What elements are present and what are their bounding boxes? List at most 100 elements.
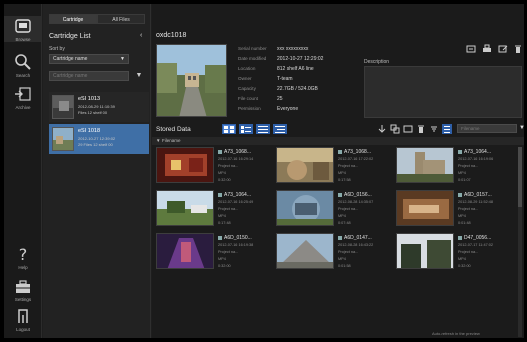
file-tile[interactable]: A6D_0157... 2012-08-29 11:52:48 Project … [396,190,514,232]
file-tile[interactable]: A73_1064... 2012-07-16 16:25:49 Project … [156,190,274,232]
chevron-down-icon[interactable]: ▼ [519,125,524,131]
file-duration: 0:32:00 [218,178,231,182]
file-date: 2012-07-16 17:22:02 [338,157,374,161]
file-tile[interactable]: A6D_0150... 2012-07-16 16:19:38 Project … [156,233,274,275]
scrollbar-thumb[interactable] [518,147,522,207]
cartridge-filter-input[interactable]: Cartridge name [49,71,129,81]
cartridge-list: eSI 1013 2012-08-29 11:10:39 Files 12 sh… [49,92,149,156]
cartridge-item[interactable]: eSI 1013 2012-08-29 11:10:39 Files 12 sh… [49,92,149,122]
stored-data-toolbar: Stored Data Filename ▼ [152,124,524,135]
file-date: 2012-07-16 16:19:06 [458,157,494,161]
cartridge-info: Files 12 shelf 00 [78,110,108,115]
archive-icon [15,87,31,101]
file-thumbnail [276,147,334,183]
list-filter-icon[interactable] [442,124,452,134]
file-project: Project na... [458,164,479,168]
file-date: 2012-07-17 11:47:02 [458,243,493,247]
video-icon [218,236,222,240]
list-icon [258,126,268,133]
file-date: 2012-07-16 16:25:49 [218,200,254,204]
sort-select[interactable]: Cartridge name ▼ [49,54,129,64]
view-large-thumb-button[interactable] [222,124,236,134]
rail-archive-button[interactable]: Archive [4,84,42,110]
cartridge-title: oxdc1018 [156,32,187,39]
description-field[interactable] [364,66,522,118]
file-thumbnail [156,147,214,183]
file-name: A73_1064... [224,192,251,198]
filter-icon[interactable]: ▼ [133,71,145,81]
rail-help-button[interactable]: ? Help [4,244,42,270]
cartridge-date: 2012-10-27 12:39:02 [78,136,116,141]
video-icon [458,193,462,197]
cartridge-item[interactable]: eSI 1018 2012-10-27 12:39:02 29 Files 12… [49,124,149,154]
file-duration: 0:17:58 [338,178,351,182]
file-thumbnail [156,190,214,226]
file-project: Project na... [218,207,239,211]
delete-icon[interactable] [416,124,426,134]
file-tile[interactable]: A6D_0156... 2012-08-28 14:35:07 Project … [276,190,394,232]
view-detail-button[interactable] [273,124,287,134]
cartridge-icon [15,19,31,33]
rail-settings-button[interactable]: Settings [4,276,42,302]
tab-all-files[interactable]: All Files [97,14,145,24]
rail-help-label: Help [18,265,28,270]
file-thumbnail [276,190,334,226]
file-tile[interactable]: A6D_0147... 2012-08-28 16:43:22 Project … [276,233,394,275]
export-icon[interactable] [466,44,476,54]
file-duration: 0:01:48 [458,221,471,225]
detail-row: Serial number xxx xxxxxxxxx [238,46,309,52]
rail-archive-label: Archive [15,105,31,110]
file-duration: 0:32:00 [218,264,231,268]
help-icon: ? [19,245,28,264]
detail-row: Capacity 22.7GB / 524.0GB [238,86,318,92]
thumb-list-icon [241,126,251,133]
group-label: Filename [162,138,181,143]
file-tile[interactable]: D47_0056... 2012-07-17 11:47:02 Project … [396,233,514,275]
print-icon[interactable] [482,44,492,54]
file-format: MP4 [218,214,226,218]
detail-row: Permission Everyone [238,106,299,112]
detail-row: File count 25 [238,96,283,102]
main-content: oxdc1018 Serial number xxx xxxxxxxxx Dat… [152,4,524,338]
file-tile[interactable]: A73_1064... 2012-07-16 16:19:06 Project … [396,147,514,189]
file-format: MP4 [458,171,466,175]
file-search-input[interactable]: Filename [457,124,517,133]
copy-icon[interactable] [390,124,400,134]
video-icon [458,150,462,154]
toolbox-icon [16,280,30,293]
file-name: D47_0056... [464,235,492,241]
tab-cartridge[interactable]: Cartridge [49,14,97,24]
sort-icon[interactable] [429,124,439,134]
view-list-button[interactable] [256,124,270,134]
tag-icon[interactable] [403,124,413,134]
chevron-down-icon: ▼ [120,56,125,62]
video-icon [338,150,342,154]
rail-settings-label: Settings [14,297,32,302]
rail-browse-button[interactable]: Browse [4,16,42,42]
rail-search-button[interactable]: Search [4,52,42,78]
file-tile[interactable]: A73_1068... 2012-07-16 16:29:14 Project … [156,147,274,189]
file-format: MP4 [338,214,346,218]
file-date: 2012-08-28 14:35:07 [338,200,374,204]
file-name: A73_1068... [344,149,371,155]
file-thumbnail [396,190,454,226]
app-window: Browse Search Archive ? Help Settings Lo… [4,4,524,338]
edit-icon[interactable] [498,44,508,54]
file-grid-scrollbar[interactable] [518,147,522,337]
file-thumbnail [156,233,214,269]
cartridge-details: Serial number xxx xxxxxxxxx Date modified… [238,44,323,114]
rail-logout-button[interactable]: Logout [4,306,42,332]
trash-icon[interactable] [513,44,523,54]
group-header[interactable]: ▼ Filename [152,137,524,145]
file-project: Project na... [458,207,479,211]
file-thumbnail [396,147,454,183]
file-project: Project na... [458,250,479,254]
cartridge-id: eSI 1018 [78,128,101,134]
download-icon[interactable] [377,124,387,134]
collapse-panel-icon[interactable]: ‹ [140,32,142,39]
view-thumb-list-button[interactable] [239,124,253,134]
svg-text:?: ? [19,245,28,264]
file-tile[interactable]: A73_1068... 2012-07-16 17:22:02 Project … [276,147,394,189]
file-name: A6D_0147... [344,235,372,241]
chevron-down-icon: ▼ [156,138,161,143]
